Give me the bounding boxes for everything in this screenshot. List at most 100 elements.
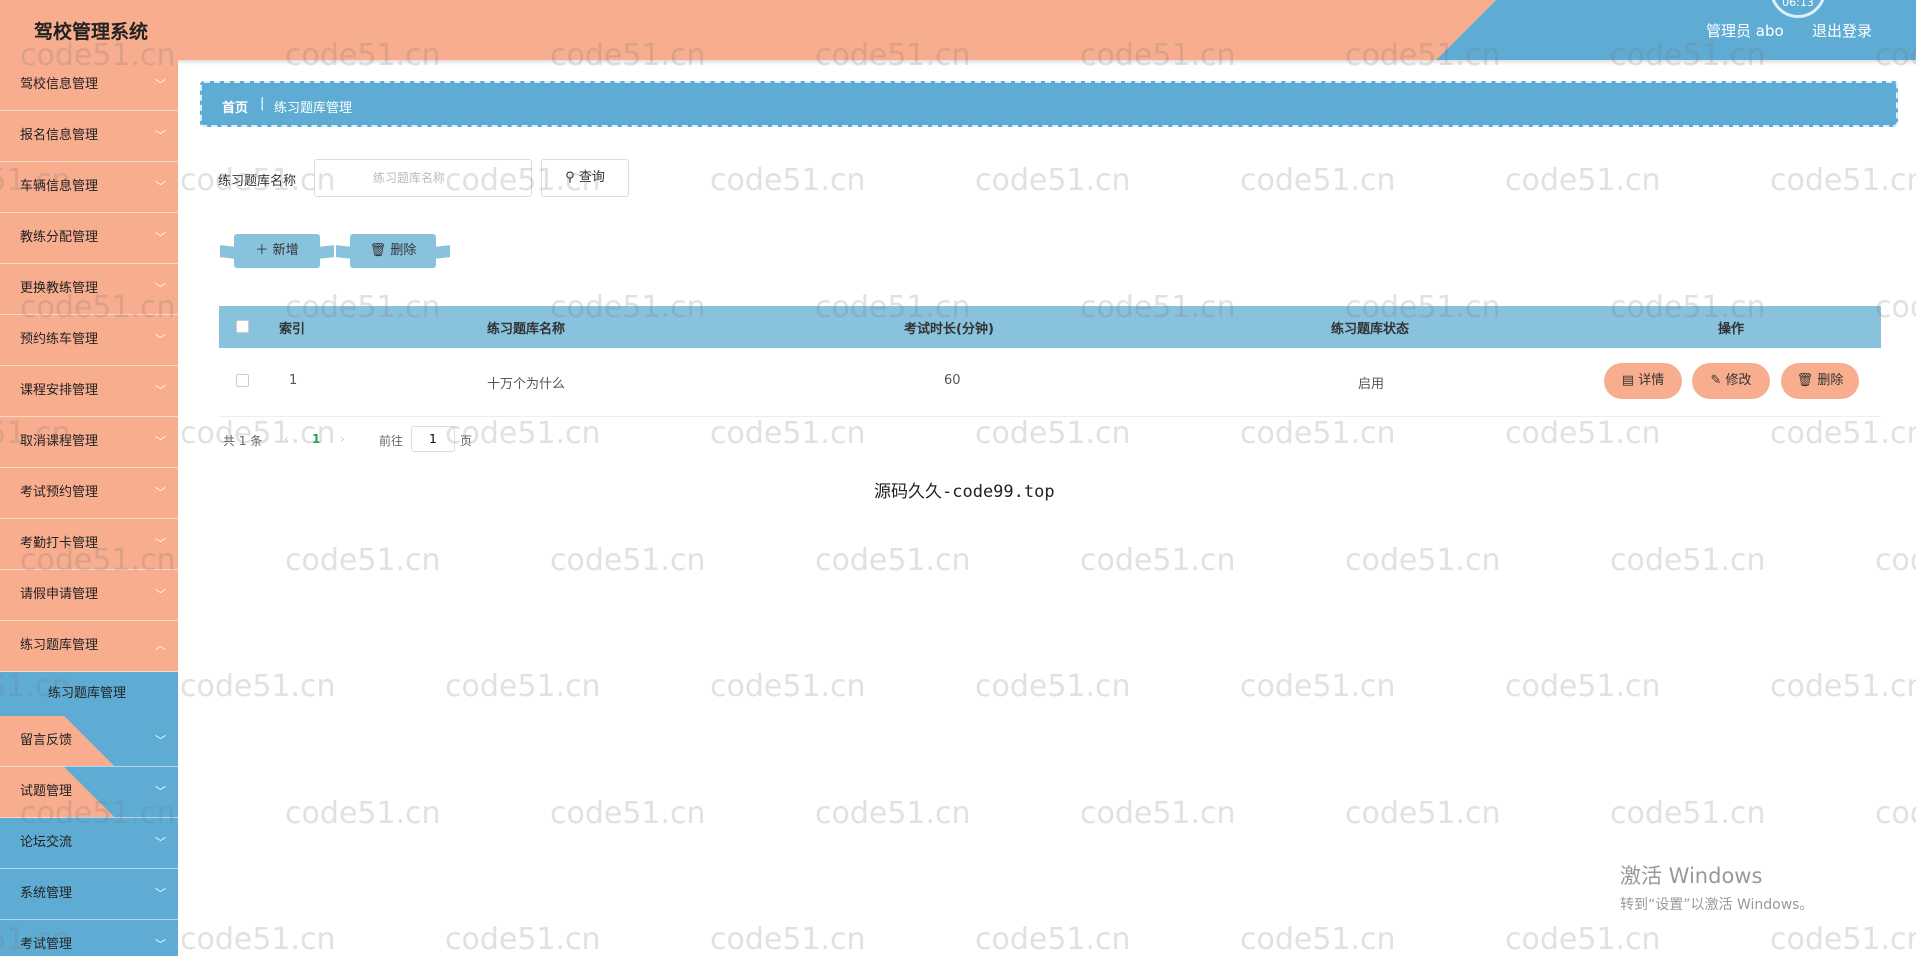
sidebar-item-label: 论坛交流: [20, 835, 73, 850]
row-checkbox[interactable]: [236, 374, 249, 387]
column-header-index: 索引: [279, 322, 306, 337]
site-watermark: code51.cn: [285, 543, 441, 578]
sidebar-item-vehicle[interactable]: 车辆信息管理 ﹀: [0, 162, 178, 213]
site-watermark: code51.cn: [1345, 796, 1501, 831]
sidebar-item-system[interactable]: 系统管理 ﹀: [0, 869, 178, 920]
sidebar-item-label: 车辆信息管理: [20, 179, 99, 194]
pagination-page-1[interactable]: 1: [312, 432, 320, 446]
search-input[interactable]: [314, 159, 532, 197]
clock-time: 06:13: [1782, 0, 1814, 9]
column-header-status: 练习题库状态: [1331, 322, 1410, 337]
select-all-checkbox[interactable]: [236, 320, 249, 333]
site-watermark: code51.cn: [1345, 543, 1501, 578]
pagination-page-suffix: 页: [460, 434, 473, 448]
site-watermark: code51.cn: [1505, 163, 1661, 198]
site-watermark: code51.cn: [1770, 163, 1916, 198]
breadcrumb-home[interactable]: 首页: [222, 97, 248, 116]
chevron-up-icon: ︿: [155, 639, 166, 652]
edit-button-label: 修改: [1725, 373, 1752, 388]
sidebar-item-question-bank[interactable]: 练习题库管理 ︿: [0, 621, 178, 672]
site-watermark: code51.cn: [1770, 416, 1916, 451]
sidebar-item-course-schedule[interactable]: 课程安排管理 ﹀: [0, 366, 178, 417]
pagination-total: 共 1 条: [223, 434, 263, 448]
pagination-prev[interactable]: ‹: [284, 432, 289, 446]
pencil-icon: ✎: [1710, 373, 1722, 388]
breadcrumb-separator: |: [260, 96, 265, 111]
chevron-down-icon: ﹀: [155, 384, 166, 397]
row-delete-button[interactable]: 🗑 删除: [1781, 363, 1859, 399]
site-watermark: code51.cn: [1080, 543, 1236, 578]
chevron-down-icon: ﹀: [155, 333, 166, 346]
site-watermark: code51.cn: [1240, 669, 1396, 704]
document-icon: ▤: [1621, 373, 1635, 388]
site-watermark: code51.cn: [710, 163, 866, 198]
sidebar-item-exam-booking[interactable]: 考试预约管理 ﹀: [0, 468, 178, 519]
batch-delete-button[interactable]: 🗑 删除: [350, 234, 436, 268]
chevron-down-icon: ﹀: [155, 435, 166, 448]
sidebar-item-label: 驾校信息管理: [20, 77, 99, 92]
sidebar-item-label: 教练分配管理: [20, 230, 99, 245]
chevron-down-icon: ﹀: [155, 785, 166, 798]
detail-button-label: 详情: [1638, 373, 1665, 388]
site-watermark: code51.cn: [1505, 669, 1661, 704]
admin-username: 管理员 abo: [1706, 22, 1784, 40]
site-watermark: code51.cn: [975, 922, 1131, 957]
add-button[interactable]: ＋ 新增: [234, 234, 320, 268]
logout-link[interactable]: 退出登录: [1812, 20, 1872, 41]
cell-status: 启用: [1358, 377, 1385, 392]
sidebar-item-label: 课程安排管理: [20, 383, 99, 398]
table-row: 1 十万个为什么 60 启用 ▤ 详情 ✎ 修改 🗑 删除: [219, 348, 1881, 417]
sidebar-item-attendance[interactable]: 考勤打卡管理 ﹀: [0, 519, 178, 570]
query-button[interactable]: ⚲ 查询: [541, 159, 629, 197]
site-watermark: code51.cn: [1770, 922, 1916, 957]
sidebar-item-label: 系统管理: [20, 886, 73, 901]
sidebar-item-leave[interactable]: 请假申请管理 ﹀: [0, 570, 178, 621]
edit-button[interactable]: ✎ 修改: [1692, 363, 1770, 399]
site-watermark: code51.cn: [550, 796, 706, 831]
site-watermark: code51.cn: [1505, 416, 1661, 451]
site-watermark: code51.cn: [285, 796, 441, 831]
site-watermark: code51.cn: [1610, 796, 1766, 831]
app-title: 驾校管理系统: [34, 21, 149, 43]
chevron-down-icon: ﹀: [155, 129, 166, 142]
table-header: 索引 练习题库名称 考试时长(分钟) 练习题库状态 操作: [219, 306, 1881, 348]
sidebar-subitem-question-bank[interactable]: 练习题库管理: [0, 672, 178, 716]
sidebar-item-feedback[interactable]: 留言反馈 ﹀: [0, 716, 178, 767]
site-watermark: code51.cn: [710, 416, 866, 451]
chevron-down-icon: ﹀: [155, 78, 166, 91]
sidebar-item-coach-assign[interactable]: 教练分配管理 ﹀: [0, 213, 178, 264]
sidebar-item-course-cancel[interactable]: 取消课程管理 ﹀: [0, 417, 178, 468]
sidebar-item-label: 考勤打卡管理: [20, 536, 99, 551]
chevron-down-icon: ﹀: [155, 588, 166, 601]
column-header-duration: 考试时长(分钟): [904, 322, 994, 337]
sidebar-item-label: 请假申请管理: [20, 587, 99, 602]
chevron-down-icon: ﹀: [155, 537, 166, 550]
site-watermark: code51.cn: [815, 543, 971, 578]
cell-name: 十万个为什么: [487, 377, 566, 392]
search-icon: ⚲: [565, 170, 575, 185]
site-watermark: code51.cn: [710, 922, 866, 957]
sidebar-item-forum[interactable]: 论坛交流 ﹀: [0, 818, 178, 869]
add-button-label: 新增: [272, 243, 299, 258]
detail-button[interactable]: ▤ 详情: [1604, 363, 1682, 399]
sidebar-item-coach-change[interactable]: 更换教练管理 ﹀: [0, 264, 178, 315]
chevron-down-icon: ﹀: [155, 231, 166, 244]
site-watermark: code51.cn: [180, 669, 336, 704]
breadcrumb-current: 练习题库管理: [274, 101, 353, 116]
chevron-down-icon: ﹀: [155, 938, 166, 951]
pagination-goto-input[interactable]: [411, 426, 455, 452]
site-watermark: code51.cn: [1505, 922, 1661, 957]
chevron-down-icon: ﹀: [155, 836, 166, 849]
site-watermark: code51.cn: [180, 922, 336, 957]
sidebar-item-label: 报名信息管理: [20, 128, 99, 143]
sidebar-item-label: 练习题库管理: [20, 638, 99, 653]
site-watermark: code51.cn: [1240, 416, 1396, 451]
site-watermark: code51.cn: [445, 669, 601, 704]
pagination-next[interactable]: ›: [340, 432, 345, 446]
sidebar-item-exam-questions[interactable]: 试题管理 ﹀: [0, 767, 178, 818]
sidebar-item-practice-booking[interactable]: 预约练车管理 ﹀: [0, 315, 178, 366]
site-watermark: code51.cn: [550, 543, 706, 578]
sidebar-item-exam[interactable]: 考试管理 ﹀: [0, 920, 178, 956]
sidebar-item-registration[interactable]: 报名信息管理 ﹀: [0, 111, 178, 162]
sidebar-item-driving-school[interactable]: 驾校信息管理 ﹀: [0, 60, 178, 111]
